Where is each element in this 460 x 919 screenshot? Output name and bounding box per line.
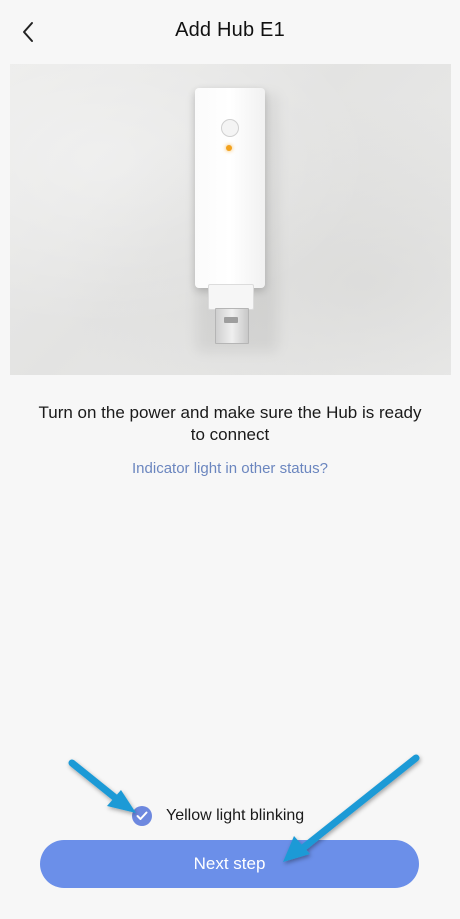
- hub-device-image: [10, 64, 451, 375]
- instruction-text: Turn on the power and make sure the Hub …: [38, 403, 422, 444]
- usb-connector: [215, 308, 249, 344]
- checkmark-icon[interactable]: [132, 806, 152, 826]
- hub-reset-button: [221, 119, 239, 137]
- arrow-to-checkbox-icon: [68, 759, 136, 813]
- hub-hinge: [208, 284, 254, 310]
- confirm-label: Yellow light blinking: [166, 807, 305, 824]
- page-title: Add Hub E1: [175, 19, 285, 41]
- hub-indicator-light: [226, 145, 232, 151]
- next-step-button[interactable]: Next step: [40, 840, 419, 888]
- header-bar: Add Hub E1: [0, 0, 460, 64]
- hub-body: [195, 88, 265, 288]
- confirm-checkbox[interactable]: Yellow light blinking: [132, 805, 304, 827]
- indicator-status-link[interactable]: Indicator light in other status?: [0, 460, 460, 477]
